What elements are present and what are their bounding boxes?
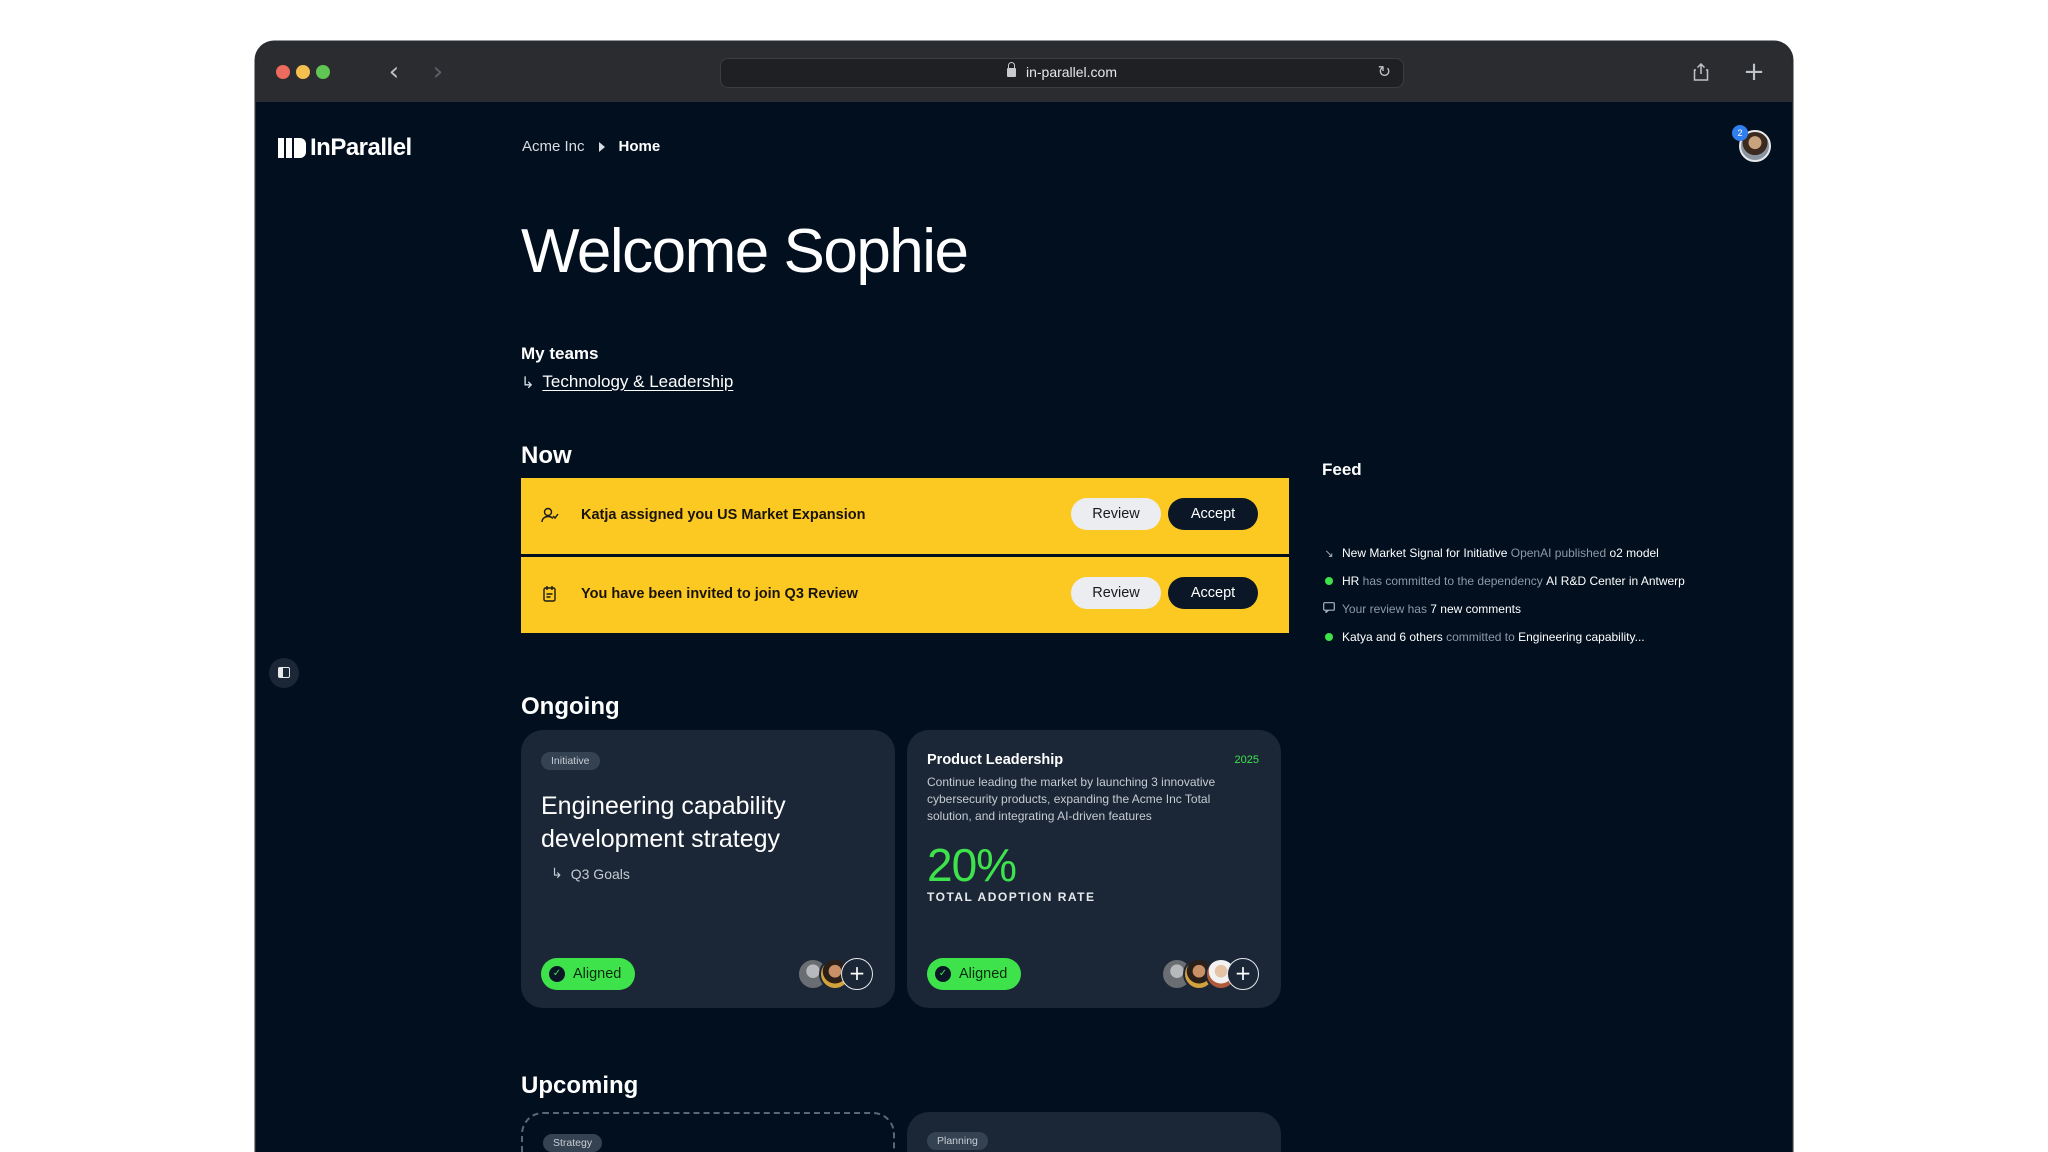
- add-member-icon[interactable]: +: [1227, 958, 1259, 990]
- status-badge[interactable]: ✓ Aligned: [927, 958, 1022, 990]
- feed-item[interactable]: HR has committed to the dependency AI R&…: [1322, 574, 1685, 588]
- new-tab-icon[interactable]: +: [1740, 58, 1768, 86]
- metric-value: 20%: [927, 839, 1017, 891]
- card-description: Continue leading the market by launching…: [927, 775, 1216, 823]
- feed-item-subject: HR: [1342, 574, 1360, 588]
- card-title: Product Leadership: [927, 752, 1064, 768]
- calendar-invite-icon: [541, 585, 559, 603]
- now-item-assignment[interactable]: Katja assigned you US Market Expansion R…: [521, 478, 1289, 554]
- browser-window: ‹ › in-parallel.com ↻ + InParallel Acme …: [256, 42, 1792, 1152]
- now-item-text: Katja assigned you US Market Expansion: [581, 507, 866, 523]
- avatar-group: +: [1161, 958, 1259, 990]
- sidebar-toggle-icon[interactable]: [269, 658, 299, 688]
- feed-item-action: has committed to the dependency: [1359, 574, 1547, 588]
- green-dot-icon: [1322, 575, 1336, 588]
- feed-item-action: Your review has: [1342, 602, 1431, 616]
- review-button[interactable]: Review: [1071, 577, 1161, 609]
- card-tag: Initiative: [541, 752, 600, 770]
- signal-arrow-icon: ↘: [1324, 546, 1334, 560]
- review-button[interactable]: Review: [1071, 498, 1161, 530]
- logo-mark-icon: [278, 138, 306, 158]
- now-heading: Now: [521, 442, 572, 469]
- close-window-button[interactable]: [276, 65, 290, 79]
- feed-item[interactable]: ↘ New Market Signal for Initiative OpenA…: [1322, 546, 1658, 560]
- breadcrumb-item-acme[interactable]: Acme Inc: [522, 138, 585, 155]
- team-link-label[interactable]: Technology & Leadership: [542, 372, 733, 392]
- feed-item-object[interactable]: Engineering capability...: [1518, 630, 1645, 644]
- my-teams-heading: My teams: [521, 344, 599, 363]
- accept-button[interactable]: Accept: [1168, 498, 1258, 530]
- app-content: InParallel Acme Inc Home 2 Welcome Sophi…: [256, 102, 1792, 1152]
- back-icon[interactable]: ‹: [380, 58, 408, 86]
- forward-icon[interactable]: ›: [424, 58, 452, 86]
- accept-button[interactable]: Accept: [1168, 577, 1258, 609]
- feed-item-subject: New Market Signal for Initiative: [1342, 546, 1508, 560]
- feed-item[interactable]: Your review has 7 new comments: [1322, 602, 1521, 616]
- feed-item[interactable]: Katya and 6 others committed to Engineer…: [1322, 630, 1645, 644]
- upcoming-card[interactable]: Strategy: [521, 1112, 895, 1152]
- logo-text: InParallel: [310, 134, 412, 161]
- feed-item-action: OpenAI published: [1507, 546, 1610, 560]
- feed-item-object[interactable]: 7 new comments: [1430, 602, 1521, 616]
- card-tag: Planning: [927, 1132, 988, 1150]
- breadcrumb: Acme Inc Home: [522, 138, 660, 155]
- notification-badge[interactable]: 2: [1732, 125, 1748, 141]
- url-text: in-parallel.com: [1025, 64, 1118, 80]
- status-badge[interactable]: ✓ Aligned: [541, 958, 636, 990]
- now-item-text: You have been invited to join Q3 Review: [581, 586, 858, 602]
- avatar-group: +: [797, 958, 873, 990]
- browser-titlebar: ‹ › in-parallel.com ↻ +: [256, 42, 1792, 102]
- maximize-window-button[interactable]: [316, 65, 330, 79]
- app-logo[interactable]: InParallel: [278, 134, 412, 162]
- green-dot-icon: [1322, 631, 1336, 644]
- metric-label: TOTAL ADOPTION RATE: [927, 890, 1096, 904]
- add-member-icon[interactable]: +: [841, 958, 873, 990]
- feed-heading: Feed: [1322, 460, 1362, 479]
- card-tag: Strategy: [543, 1134, 603, 1152]
- now-item-invitation[interactable]: You have been invited to join Q3 Review …: [521, 557, 1289, 633]
- objective-card[interactable]: Product Leadership 2025 Continue leading…: [907, 730, 1281, 1008]
- reload-icon[interactable]: ↻: [1378, 62, 1391, 81]
- chevron-right-icon: [598, 141, 605, 152]
- breadcrumb-item-home: Home: [618, 138, 661, 155]
- status-label: Aligned: [573, 966, 622, 982]
- comment-icon: [1322, 602, 1336, 616]
- lock-icon: [1006, 62, 1016, 77]
- feed-item-object[interactable]: AI R&D Center in Antwerp: [1546, 574, 1685, 588]
- feed-item-subject: Katya and 6 others: [1342, 630, 1443, 644]
- address-bar[interactable]: in-parallel.com ↻: [720, 58, 1404, 88]
- check-icon: ✓: [935, 966, 951, 982]
- return-arrow-icon: ↳: [551, 866, 563, 882]
- person-assign-icon: [541, 506, 559, 524]
- card-subtitle-label: Q3 Goals: [570, 866, 630, 882]
- card-title: Engineering capability development strat…: [541, 792, 786, 853]
- share-icon[interactable]: [1687, 58, 1715, 86]
- page-title: Welcome Sophie: [521, 217, 969, 286]
- ongoing-heading: Ongoing: [521, 693, 620, 720]
- card-year: 2025: [1234, 754, 1259, 766]
- minimize-window-button[interactable]: [296, 65, 310, 79]
- feed-item-action: committed to: [1442, 630, 1519, 644]
- status-label: Aligned: [959, 966, 1008, 982]
- feed-item-object[interactable]: o2 model: [1609, 546, 1658, 560]
- return-arrow-icon: ↳: [521, 372, 535, 392]
- initiative-card[interactable]: Initiative Engineering capability develo…: [521, 730, 895, 1008]
- upcoming-card[interactable]: Planning: [907, 1112, 1281, 1152]
- card-subtitle[interactable]: ↳ Q3 Goals: [551, 866, 630, 882]
- team-link[interactable]: ↳ Technology & Leadership: [521, 372, 733, 392]
- upcoming-heading: Upcoming: [521, 1072, 639, 1099]
- check-icon: ✓: [549, 966, 565, 982]
